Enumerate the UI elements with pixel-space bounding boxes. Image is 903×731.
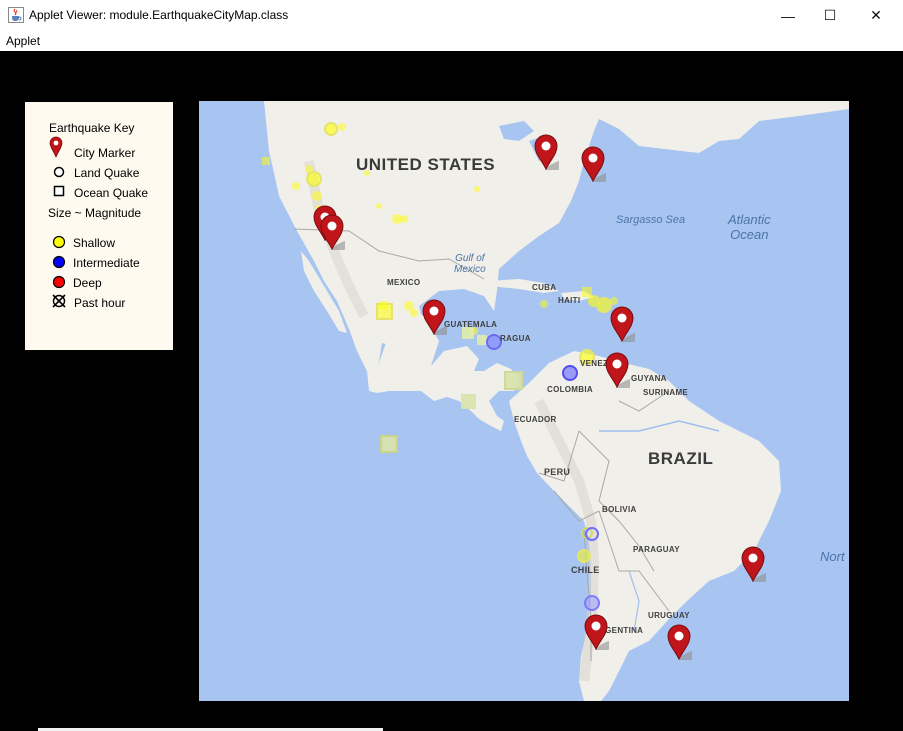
key-intermediate-label: Intermediate — [73, 256, 140, 270]
earthquake-key: Earthquake Key City Marker Land Quake Oc… — [25, 102, 173, 350]
deep-icon — [52, 275, 66, 289]
key-past-hour-label: Past hour — [74, 296, 126, 310]
window-titlebar: Applet Viewer: module.EarthquakeCityMap.… — [0, 0, 903, 32]
city-marker[interactable] — [583, 614, 609, 650]
city-marker[interactable] — [580, 146, 606, 182]
key-size-note: Size ~ Magnitude — [48, 206, 142, 220]
label-united-states: UNITED STATES — [356, 155, 496, 174]
past-hour-icon — [52, 294, 66, 308]
maximize-icon: ☐ — [823, 7, 837, 23]
label-atlantic-ocean: Atlantic Ocean — [728, 212, 771, 242]
label-paraguay: PARAGUAY — [633, 545, 680, 554]
label-cuba: CUBA — [532, 283, 557, 292]
city-marker[interactable] — [421, 299, 447, 335]
intermediate-icon — [52, 255, 66, 269]
menubar: Applet — [0, 31, 903, 51]
label-gulf-of-mexico: Gulf of Mexico — [454, 253, 486, 275]
shallow-icon — [52, 235, 66, 249]
label-colombia: COLOMBIA — [547, 385, 593, 394]
earthquake-map[interactable]: UNITED STATES MEXICO CUBA HAITI GUATEMAL… — [199, 101, 849, 701]
key-deep-label: Deep — [73, 276, 102, 290]
city-marker-icon — [49, 136, 63, 158]
maximize-button[interactable]: ☐ — [807, 0, 853, 31]
city-marker[interactable] — [319, 214, 345, 250]
close-button[interactable]: ✕ — [853, 0, 899, 31]
label-chile: CHILE — [571, 565, 600, 575]
label-uruguay: URUGUAY — [648, 611, 690, 620]
city-marker[interactable] — [740, 546, 766, 582]
minimize-button[interactable]: — — [765, 0, 811, 31]
label-brazil: BRAZIL — [648, 449, 714, 468]
label-bolivia: BOLIVIA — [602, 505, 637, 514]
label-guyana: GUYANA — [631, 374, 667, 383]
city-marker[interactable] — [604, 352, 630, 388]
menu-applet[interactable]: Applet — [6, 34, 40, 48]
label-mexico: MEXICO — [387, 278, 421, 287]
label-nicaragua: RAGUA — [500, 334, 531, 343]
city-marker[interactable] — [666, 624, 692, 660]
key-land-quake-label: Land Quake — [74, 166, 140, 180]
window-title: Applet Viewer: module.EarthquakeCityMap.… — [29, 8, 289, 22]
key-title: Earthquake Key — [49, 121, 135, 135]
label-sargasso-sea: Sargasso Sea — [616, 214, 686, 226]
key-shallow-label: Shallow — [73, 236, 116, 250]
minimize-icon: — — [781, 7, 795, 24]
city-marker[interactable] — [609, 306, 635, 342]
close-icon: ✕ — [870, 7, 882, 23]
label-peru: PERU — [544, 467, 571, 477]
ocean-quake-icon — [53, 185, 65, 197]
label-ecuador: ECUADOR — [514, 415, 557, 424]
label-north-atlantic: Nort — [820, 549, 845, 564]
label-haiti: HAITI — [558, 296, 581, 305]
java-cup-icon — [8, 7, 24, 23]
map-base — [199, 101, 849, 701]
city-marker[interactable] — [533, 134, 559, 170]
land-quake-icon — [53, 166, 65, 178]
label-suriname: SURINAME — [643, 388, 689, 397]
label-guatemala: GUATEMALA — [444, 320, 498, 329]
key-city-marker-label: City Marker — [74, 146, 136, 160]
key-ocean-quake-label: Ocean Quake — [74, 186, 149, 200]
